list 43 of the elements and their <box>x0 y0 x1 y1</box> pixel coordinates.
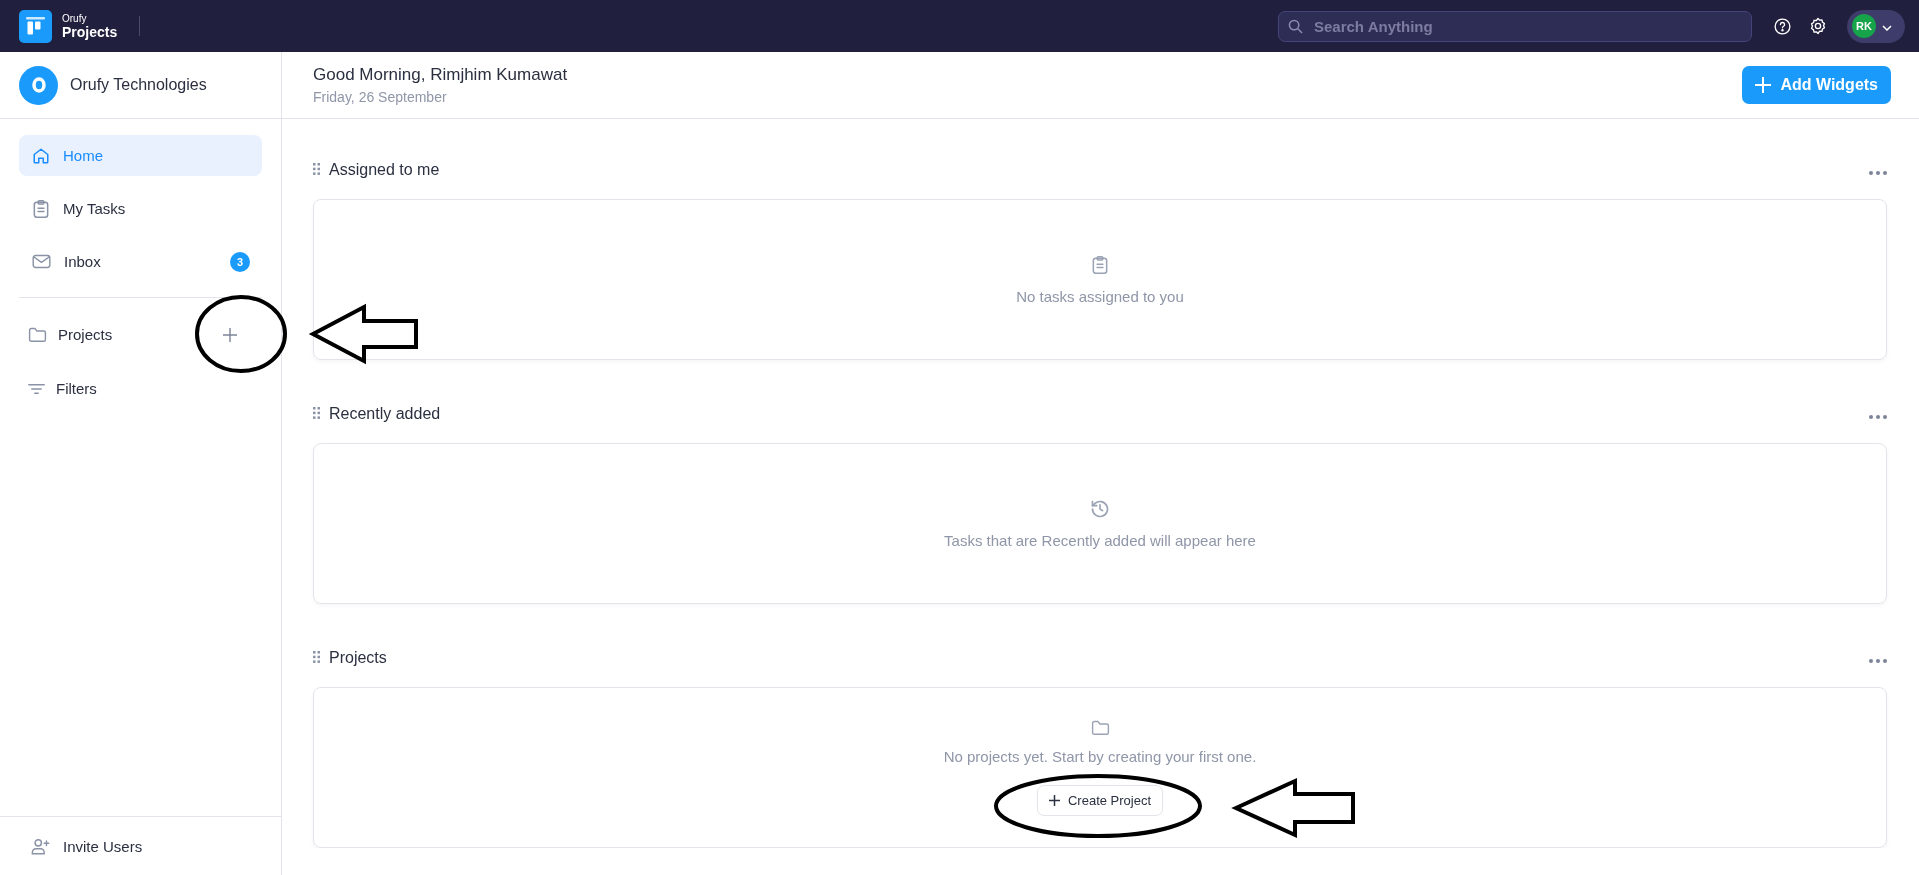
date-label: Friday, 26 September <box>313 89 448 105</box>
app-logo <box>19 9 52 43</box>
empty-message: Tasks that are Recently added will appear here <box>944 531 1256 549</box>
greeting: Good Morning, Rimjhim Kumawat <box>313 65 569 85</box>
folder-icon <box>1090 719 1110 735</box>
clipboard-icon <box>32 198 50 219</box>
organization-logo <box>19 65 58 105</box>
drag-handle-icon[interactable] <box>313 163 320 175</box>
invite-users-link[interactable]: Invite Users <box>0 816 281 875</box>
clipboard-icon <box>1091 254 1109 275</box>
chevron-down-icon <box>1882 25 1892 31</box>
search-field[interactable]: Search Anything <box>1278 10 1752 42</box>
search-icon <box>1288 18 1303 34</box>
empty-message: No projects yet. Start by creating your first one. <box>943 747 1257 765</box>
more-icon[interactable] <box>1869 171 1887 175</box>
drag-handle-icon[interactable] <box>313 651 320 663</box>
plus-icon <box>1048 794 1060 806</box>
nav-item[interactable]: Inbox 3 <box>19 241 262 282</box>
folder-icon <box>28 327 47 342</box>
create-project-button[interactable]: Create Project <box>1036 784 1164 816</box>
home-icon <box>32 146 50 165</box>
widget-title: Projects <box>329 649 388 667</box>
history-icon <box>1090 498 1110 519</box>
widget-title: Assigned to me <box>329 161 441 179</box>
drag-handle-icon[interactable] <box>313 407 320 419</box>
unread-badge: 3 <box>230 251 250 272</box>
mail-icon <box>32 254 51 269</box>
widget-title: Recently added <box>329 405 442 423</box>
empty-message: No tasks assigned to you <box>1016 287 1184 305</box>
help-icon[interactable] <box>1774 17 1791 35</box>
user-avatar: RK <box>1852 14 1876 38</box>
settings-icon[interactable] <box>1809 17 1827 35</box>
nav-item[interactable]: My Tasks <box>19 188 262 229</box>
sidebar-item[interactable]: Filters <box>28 368 262 409</box>
organization-name: Orufy Technologies <box>70 76 207 94</box>
brand-name: Projects <box>62 24 118 39</box>
sidebar-item[interactable]: Projects <box>28 314 209 355</box>
more-icon[interactable] <box>1869 659 1887 663</box>
brand-label: Orufy <box>62 13 88 24</box>
add-user-icon <box>31 837 51 855</box>
more-icon[interactable] <box>1869 415 1887 419</box>
filter-icon <box>28 382 45 395</box>
plus-icon <box>1755 77 1772 93</box>
